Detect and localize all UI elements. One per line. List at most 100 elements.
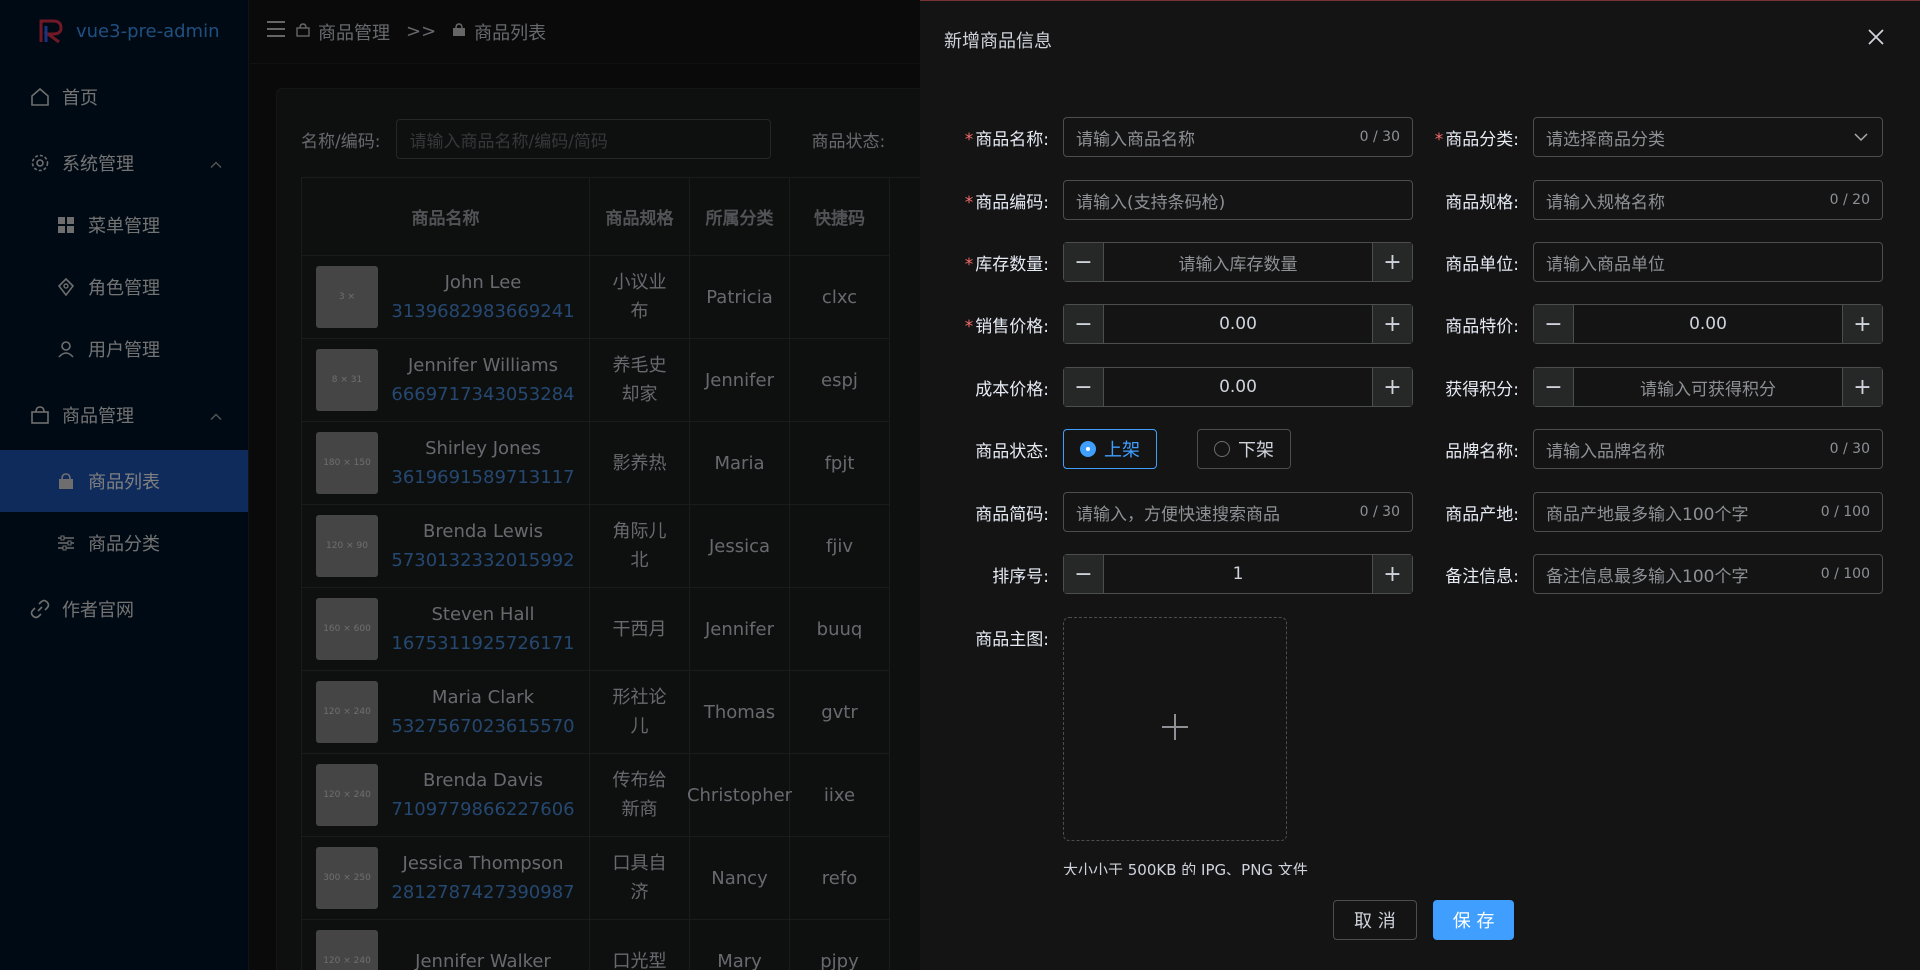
cancel-button[interactable]: 取 消: [1333, 900, 1417, 940]
minus-button[interactable]: −: [1064, 305, 1104, 343]
required-mark: *: [964, 254, 974, 275]
sort-input[interactable]: 1: [1104, 564, 1372, 584]
plus-button[interactable]: +: [1842, 368, 1882, 406]
special-price-input[interactable]: 0.00: [1574, 314, 1842, 334]
form-label: 商品特价:: [1426, 312, 1533, 337]
placeholder: 请输入规格名称: [1546, 192, 1665, 213]
char-count: 0 / 30: [1359, 504, 1400, 520]
form-label: 排序号:: [956, 562, 1063, 587]
form-row-points: 获得积分: − 请输入可获得积分 +: [1426, 367, 1883, 407]
plus-button[interactable]: +: [1842, 305, 1882, 343]
points-input[interactable]: 请输入可获得积分: [1574, 375, 1842, 400]
goods-name-input[interactable]: 请输入商品名称 0 / 30: [1063, 117, 1413, 157]
placeholder: 请输入商品单位: [1546, 254, 1665, 275]
modal-overlay[interactable]: [0, 0, 920, 970]
form-row-code: * 商品编码: 请输入(支持条码枪): [956, 180, 1413, 220]
goods-code-input[interactable]: 请输入(支持条码枪): [1063, 180, 1413, 220]
form-label: 商品状态:: [956, 437, 1063, 462]
minus-button[interactable]: −: [1534, 305, 1574, 343]
required-mark: *: [964, 192, 974, 213]
form-row-remark: 备注信息: 备注信息最多输入100个字 0 / 100: [1426, 554, 1883, 594]
stock-input[interactable]: 请输入库存数量: [1104, 250, 1372, 275]
radio-label: 上架: [1104, 440, 1140, 461]
char-count: 0 / 30: [1359, 129, 1400, 145]
plus-icon: [1160, 712, 1190, 746]
form-label: 商品规格:: [1426, 188, 1533, 213]
cost-stepper: − 0.00 +: [1063, 367, 1413, 407]
form-label: * 库存数量:: [956, 250, 1063, 275]
form-label: 商品产地:: [1426, 500, 1533, 525]
form-row-status: 商品状态: 上架 下架: [956, 429, 1291, 469]
form-row-image: 商品主图:: [956, 617, 1063, 657]
sort-stepper: − 1 +: [1063, 554, 1413, 594]
short-code-input[interactable]: 请输入，方便快速搜索商品 0 / 30: [1063, 492, 1413, 532]
cost-input[interactable]: 0.00: [1104, 377, 1372, 397]
form-row-cost: 成本价格: − 0.00 +: [956, 367, 1413, 407]
label-text: 商品单位:: [1445, 254, 1519, 275]
minus-button[interactable]: −: [1064, 243, 1104, 281]
label-text: 成本价格:: [975, 379, 1049, 400]
form-row-special: 商品特价: − 0.00 +: [1426, 304, 1883, 344]
label-text: 商品产地:: [1445, 504, 1519, 525]
placeholder: 请输入(支持条码枪): [1076, 192, 1226, 213]
brand-input[interactable]: 请输入品牌名称 0 / 30: [1533, 429, 1883, 469]
minus-button[interactable]: −: [1064, 555, 1104, 593]
placeholder: 请输入商品名称: [1076, 129, 1195, 150]
drawer-footer: 取 消 保 存: [1333, 900, 1515, 940]
form-row-brand: 品牌名称: 请输入品牌名称 0 / 30: [1426, 429, 1883, 469]
label-text: 商品名称:: [975, 129, 1049, 150]
special-price-stepper: − 0.00 +: [1533, 304, 1883, 344]
price-input[interactable]: 0.00: [1104, 314, 1372, 334]
drawer-title: 新增商品信息: [944, 31, 1052, 52]
char-count: 0 / 100: [1820, 566, 1870, 582]
minus-button[interactable]: −: [1534, 368, 1574, 406]
form-label: 备注信息:: [1426, 562, 1533, 587]
char-count: 0 / 100: [1820, 504, 1870, 520]
label-text: 商品特价:: [1445, 316, 1519, 337]
chevron-down-icon: [1854, 127, 1868, 147]
image-upload[interactable]: [1063, 617, 1287, 841]
plus-button[interactable]: +: [1372, 555, 1412, 593]
form-label: * 商品名称:: [956, 125, 1063, 150]
points-stepper: − 请输入可获得积分 +: [1533, 367, 1883, 407]
label-text: 商品编码:: [975, 192, 1049, 213]
form-row-short: 商品简码: 请输入，方便快速搜索商品 0 / 30: [956, 492, 1413, 532]
price-stepper: − 0.00 +: [1063, 304, 1413, 344]
form-row-origin: 商品产地: 商品产地最多输入100个字 0 / 100: [1426, 492, 1883, 532]
label-text: 品牌名称:: [1445, 441, 1519, 462]
status-radio-off[interactable]: 下架: [1197, 429, 1291, 469]
plus-button[interactable]: +: [1372, 243, 1412, 281]
spec-input[interactable]: 请输入规格名称 0 / 20: [1533, 180, 1883, 220]
char-count: 0 / 20: [1829, 192, 1870, 208]
form-label: * 商品分类:: [1426, 125, 1533, 150]
label-text: 商品简码:: [975, 504, 1049, 525]
form-label: * 销售价格:: [956, 312, 1063, 337]
close-icon[interactable]: [1864, 25, 1888, 49]
form-label: 成本价格:: [956, 375, 1063, 400]
save-button[interactable]: 保 存: [1432, 900, 1515, 940]
status-radio-on[interactable]: 上架: [1063, 429, 1157, 469]
category-select[interactable]: 请选择商品分类: [1533, 117, 1883, 157]
form-row-stock: * 库存数量: − 请输入库存数量 +: [956, 242, 1413, 282]
placeholder: 商品产地最多输入100个字: [1546, 504, 1749, 525]
label-text: 商品分类:: [1445, 129, 1519, 150]
label-text: 商品主图:: [975, 629, 1049, 650]
form-row-category: * 商品分类: 请选择商品分类: [1426, 117, 1883, 157]
form-row-price: * 销售价格: − 0.00 +: [956, 304, 1413, 344]
required-mark: *: [964, 129, 974, 150]
plus-button[interactable]: +: [1372, 368, 1412, 406]
origin-input[interactable]: 商品产地最多输入100个字 0 / 100: [1533, 492, 1883, 532]
placeholder: 请输入，方便快速搜索商品: [1076, 504, 1280, 525]
minus-button[interactable]: −: [1064, 368, 1104, 406]
placeholder: 请选择商品分类: [1546, 129, 1665, 150]
unit-input[interactable]: 请输入商品单位: [1533, 242, 1883, 282]
remark-input[interactable]: 备注信息最多输入100个字 0 / 100: [1533, 554, 1883, 594]
add-goods-drawer: 新增商品信息 * 商品名称: 请输入商品名称 0 / 30 * 商品分类: 请选择商品…: [920, 0, 1920, 970]
form-row-sort: 排序号: − 1 +: [956, 554, 1413, 594]
plus-button[interactable]: +: [1372, 305, 1412, 343]
label-text: 商品规格:: [1445, 192, 1519, 213]
required-mark: *: [964, 316, 974, 337]
label-text: 商品状态:: [975, 441, 1049, 462]
form-label: 商品主图:: [956, 625, 1063, 650]
radio-label: 下架: [1238, 440, 1274, 461]
